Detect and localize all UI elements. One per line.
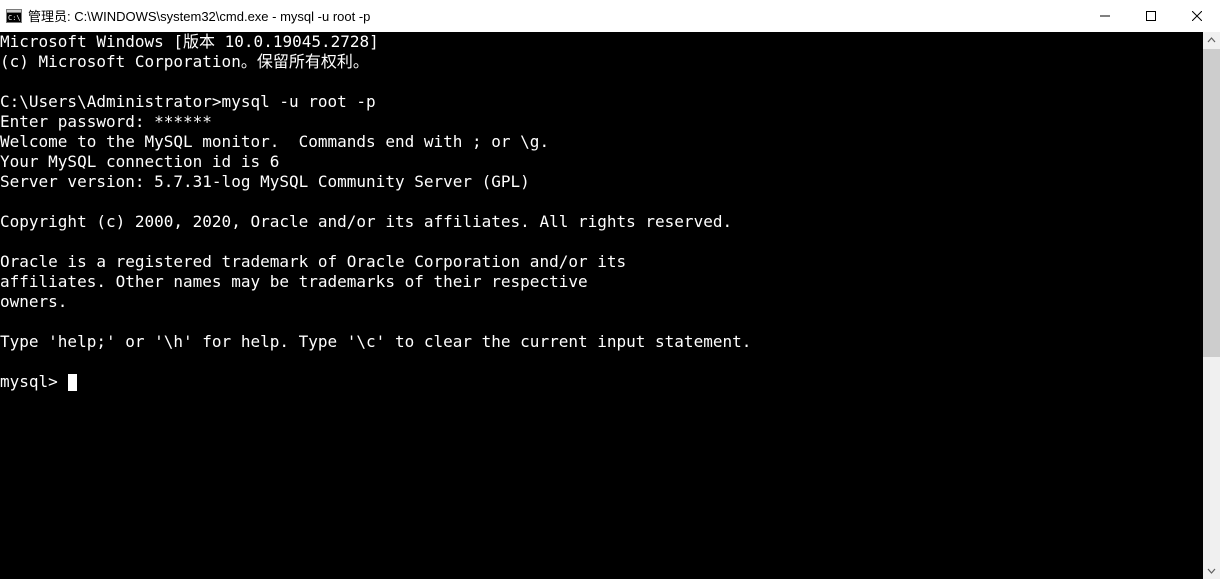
terminal-cursor [68, 374, 77, 391]
terminal-line [0, 72, 1203, 92]
scrollbar[interactable] [1203, 32, 1220, 579]
maximize-button[interactable] [1128, 0, 1174, 31]
window-controls [1082, 0, 1220, 31]
scroll-track[interactable] [1203, 49, 1220, 562]
terminal-output[interactable]: Microsoft Windows [版本 10.0.19045.2728](c… [0, 32, 1203, 579]
terminal-line: Enter password: ****** [0, 112, 1203, 132]
content-area: Microsoft Windows [版本 10.0.19045.2728](c… [0, 32, 1220, 579]
titlebar[interactable]: C:\ 管理员: C:\WINDOWS\system32\cmd.exe - m… [0, 0, 1220, 32]
minimize-button[interactable] [1082, 0, 1128, 31]
terminal-line: affiliates. Other names may be trademark… [0, 272, 1203, 292]
terminal-line: Oracle is a registered trademark of Orac… [0, 252, 1203, 272]
terminal-line: owners. [0, 292, 1203, 312]
scroll-thumb[interactable] [1203, 49, 1220, 357]
terminal-line [0, 352, 1203, 372]
terminal-line [0, 312, 1203, 332]
terminal-line: Microsoft Windows [版本 10.0.19045.2728] [0, 32, 1203, 52]
terminal-line: C:\Users\Administrator>mysql -u root -p [0, 92, 1203, 112]
terminal-line: Welcome to the MySQL monitor. Commands e… [0, 132, 1203, 152]
terminal-line: Copyright (c) 2000, 2020, Oracle and/or … [0, 212, 1203, 232]
terminal-line: Type 'help;' or '\h' for help. Type '\c'… [0, 332, 1203, 352]
title-left: C:\ 管理员: C:\WINDOWS\system32\cmd.exe - m… [0, 6, 1082, 25]
svg-text:C:\: C:\ [8, 14, 21, 22]
scroll-down-button[interactable] [1203, 562, 1220, 579]
terminal-prompt: mysql> [0, 372, 67, 391]
terminal-line: Your MySQL connection id is 6 [0, 152, 1203, 172]
terminal-prompt-line[interactable]: mysql> [0, 372, 1203, 392]
window-title: 管理员: C:\WINDOWS\system32\cmd.exe - mysql… [28, 6, 370, 25]
terminal-line: Server version: 5.7.31-log MySQL Communi… [0, 172, 1203, 192]
scroll-up-button[interactable] [1203, 32, 1220, 49]
terminal-line: (c) Microsoft Corporation。保留所有权利。 [0, 52, 1203, 72]
terminal-line [0, 232, 1203, 252]
app-icon: C:\ [6, 8, 22, 24]
close-button[interactable] [1174, 0, 1220, 31]
cmd-window: C:\ 管理员: C:\WINDOWS\system32\cmd.exe - m… [0, 0, 1220, 579]
terminal-line [0, 192, 1203, 212]
